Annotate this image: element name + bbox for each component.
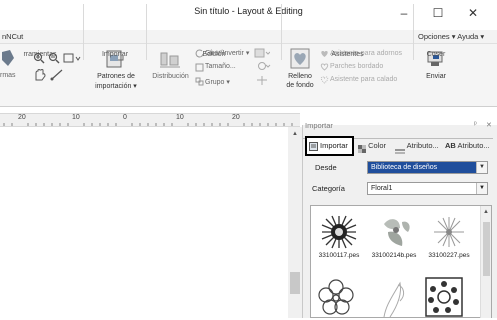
color-tab-icon: [358, 142, 366, 154]
chevron-down-icon[interactable]: ▼: [476, 183, 487, 194]
panel-close-icon[interactable]: ✕: [486, 121, 492, 129]
tab-importar[interactable]: Importar: [305, 136, 354, 156]
tab-atributo-2-label: Atributo...: [457, 141, 490, 150]
design-filename: 33100117.pes: [318, 252, 360, 259]
import-patterns-label-1: Patrones de: [97, 73, 135, 80]
desde-label: Desde: [315, 163, 337, 172]
ribbon-separator: [83, 4, 84, 60]
background-fill-label-1: Relleno: [288, 73, 312, 80]
patch-icon: [320, 63, 329, 71]
text-attribute-icon: AB: [445, 141, 456, 150]
categoria-value: Floral1: [371, 185, 393, 192]
design-filename: 33100214b.pes: [371, 252, 417, 259]
measure-icon[interactable]: [50, 68, 64, 81]
tab-color[interactable]: Color: [356, 137, 386, 155]
design-thumbnail[interactable]: 33100214b.pes: [365, 214, 423, 259]
cutwork-wizard-button[interactable]: Asistente para calado: [330, 76, 397, 83]
close-button[interactable]: ✕: [460, 2, 486, 26]
ruler-label: 10: [72, 114, 80, 121]
scroll-up-icon[interactable]: ▲: [483, 209, 489, 215]
order-icon[interactable]: [257, 61, 271, 71]
outline-flower-icon: [318, 279, 354, 315]
group-icon[interactable]: [195, 77, 204, 86]
options-help-menu[interactable]: Opciones ▾ Ayuda ▾: [418, 32, 484, 41]
center-icon[interactable]: [256, 75, 270, 86]
app-menu-label[interactable]: nNCut: [2, 32, 23, 41]
lily-flower-icon: [383, 281, 405, 318]
leaf-flower-icon: [384, 219, 410, 246]
ruler-label: 10: [176, 114, 184, 121]
panel-title: Importar: [305, 121, 333, 130]
tab-color-label: Color: [368, 141, 387, 150]
design-list-scrollbar[interactable]: ▲: [480, 206, 491, 318]
scroll-thumb[interactable]: [483, 222, 490, 276]
tab-atributo-1-label: Atributo...: [406, 141, 439, 150]
window-title: Sin título - Layout & Editing: [194, 6, 303, 16]
embroidery-patch-button[interactable]: Parches bordado: [330, 63, 383, 70]
wreath-flower-icon: [425, 277, 463, 317]
size-button[interactable]: Tamaño...: [205, 63, 236, 70]
tab-atributo-2[interactable]: AB Atributo...: [443, 137, 490, 155]
sunburst-flower-icon: [321, 215, 357, 249]
canvas-scrollbar[interactable]: ▲: [288, 127, 302, 318]
pan-hand-icon[interactable]: [33, 68, 47, 81]
design-thumbnail[interactable]: 33100227.pes: [420, 214, 478, 259]
distribution-label: Distribución: [152, 73, 189, 80]
tab-importar-label: Importar: [320, 141, 348, 150]
design-thumbnail[interactable]: 33100117.pes: [310, 214, 368, 259]
ruler-label: 20: [232, 114, 240, 121]
panel-pin-icon[interactable]: ᵖ: [474, 121, 477, 128]
group-herramientas-label: rramientas: [23, 51, 57, 58]
design-thumbnail[interactable]: [318, 279, 354, 318]
shapes-label: rmas: [0, 72, 16, 79]
group-importar-label: Importar: [101, 51, 129, 58]
import-tab-icon: [309, 142, 318, 151]
ruler-label: 20: [18, 114, 26, 121]
design-thumbnail[interactable]: [374, 279, 410, 318]
ribbon-separator: [281, 4, 282, 60]
desde-select[interactable]: Biblioteca de diseños ▼: [367, 161, 488, 174]
maximize-button[interactable]: ☐: [425, 2, 451, 26]
send-label: Enviar: [426, 73, 446, 80]
group-coser-label: Coser: [426, 51, 446, 58]
categoria-label: Categoría: [312, 184, 345, 193]
group-menu[interactable]: Grupo ▾: [205, 78, 230, 86]
ribbon-separator: [146, 4, 147, 60]
design-thumbnail[interactable]: [424, 276, 464, 318]
group-asistentes-label: Asistentes: [331, 51, 364, 58]
categoria-select[interactable]: Floral1 ▼: [367, 182, 488, 195]
group-edicion-label: Edición: [202, 51, 226, 58]
background-fill-label-2: de fondo: [286, 82, 314, 89]
ruler-label: 0: [123, 114, 127, 121]
spiky-flower-icon: [434, 217, 464, 247]
tab-atributo-1[interactable]: Atributo...: [393, 137, 439, 155]
desde-value: Biblioteca de diseños: [371, 164, 438, 171]
scroll-thumb[interactable]: [290, 272, 300, 294]
chevron-down-icon[interactable]: ▼: [476, 162, 487, 173]
horizontal-ruler: [0, 113, 300, 127]
line-attribute-icon: [395, 143, 405, 154]
scroll-up-icon[interactable]: ▲: [292, 131, 298, 137]
import-patterns-label-2: importación ▾: [95, 83, 137, 90]
size-icon[interactable]: [195, 63, 204, 72]
design-filename: 33100227.pes: [428, 252, 470, 259]
cutwork-icon: [320, 76, 329, 84]
